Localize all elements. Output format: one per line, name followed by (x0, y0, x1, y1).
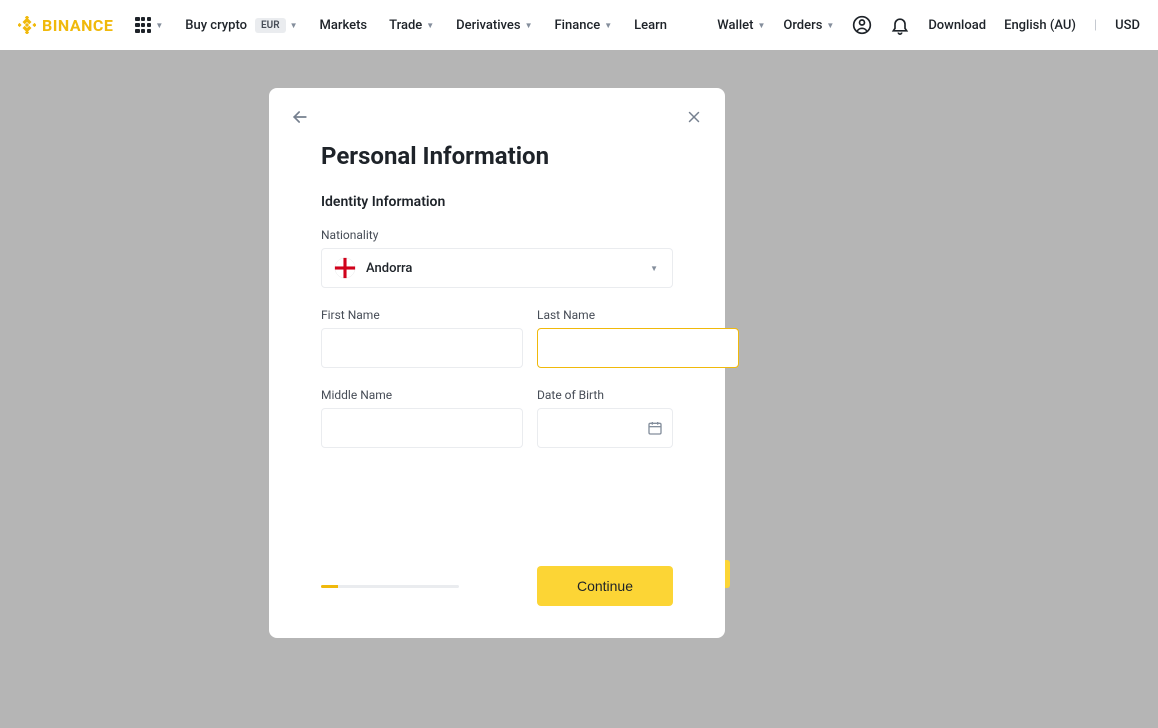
divider: | (1094, 18, 1097, 33)
nav-label: USD (1115, 18, 1140, 33)
nationality-label: Nationality (321, 228, 673, 242)
chevron-down-icon: ▼ (155, 21, 163, 30)
nav-label: Markets (320, 18, 368, 33)
personal-information-modal: Personal Information Identity Informatio… (269, 88, 725, 638)
first-name-input[interactable] (321, 328, 523, 368)
middle-name-label: Middle Name (321, 388, 523, 402)
chevron-down-icon: ▼ (290, 21, 298, 30)
nationality-select[interactable]: Andorra ▼ (321, 248, 673, 288)
back-button[interactable] (289, 106, 311, 128)
continue-button[interactable]: Continue (537, 566, 673, 606)
nav-label: Wallet (717, 18, 753, 33)
nav-label: Learn (634, 18, 667, 33)
dob-input[interactable] (537, 408, 673, 448)
flag-icon (334, 257, 356, 279)
brand-name: BINANCE (42, 16, 113, 35)
nav-buy-crypto[interactable]: Buy crypto EUR ▼ (185, 18, 297, 33)
nationality-value: Andorra (366, 261, 412, 276)
chevron-down-icon: ▼ (650, 264, 658, 273)
chevron-down-icon: ▼ (426, 21, 434, 30)
nav-label: Derivatives (456, 18, 520, 33)
dob-label: Date of Birth (537, 388, 673, 402)
nav-orders[interactable]: Orders ▼ (783, 18, 834, 33)
apps-grid-icon (135, 17, 151, 33)
nav-label: Orders (783, 18, 822, 33)
nav-apps-menu[interactable]: ▼ (135, 17, 163, 33)
close-button[interactable] (683, 106, 705, 128)
section-heading: Identity Information (321, 194, 673, 210)
nav-fiat[interactable]: USD (1115, 18, 1140, 33)
binance-logo-icon (18, 16, 36, 34)
progress-fill (321, 585, 338, 588)
currency-pill: EUR (255, 18, 286, 33)
last-name-input[interactable] (537, 328, 739, 368)
nav-markets[interactable]: Markets (320, 18, 368, 33)
chevron-down-icon: ▼ (525, 21, 533, 30)
nav-wallet[interactable]: Wallet ▼ (717, 18, 765, 33)
nav-derivatives[interactable]: Derivatives ▼ (456, 18, 532, 33)
nav-trade[interactable]: Trade ▼ (389, 18, 434, 33)
chevron-down-icon: ▼ (757, 21, 765, 30)
brand-logo[interactable]: BINANCE (18, 16, 113, 35)
nav-label: Download (928, 18, 986, 33)
account-icon[interactable] (852, 15, 872, 35)
close-icon (685, 108, 703, 126)
chevron-down-icon: ▼ (826, 21, 834, 30)
nav-label: Buy crypto (185, 18, 247, 33)
chevron-down-icon: ▼ (604, 21, 612, 30)
notifications-icon[interactable] (890, 15, 910, 35)
middle-name-input[interactable] (321, 408, 523, 448)
progress-bar (321, 585, 459, 588)
nav-label: English (AU) (1004, 18, 1076, 33)
nav-download[interactable]: Download (928, 18, 986, 33)
nav-learn[interactable]: Learn (634, 18, 667, 33)
last-name-label: Last Name (537, 308, 739, 322)
nav-finance[interactable]: Finance ▼ (554, 18, 612, 33)
nav-language[interactable]: English (AU) (1004, 18, 1076, 33)
nav-label: Finance (554, 18, 600, 33)
modal-title: Personal Information (321, 142, 673, 170)
arrow-left-icon (290, 107, 310, 127)
nav-label: Trade (389, 18, 422, 33)
first-name-label: First Name (321, 308, 523, 322)
top-nav-bar: BINANCE ▼ Buy crypto EUR ▼ Markets Trade… (0, 0, 1158, 50)
